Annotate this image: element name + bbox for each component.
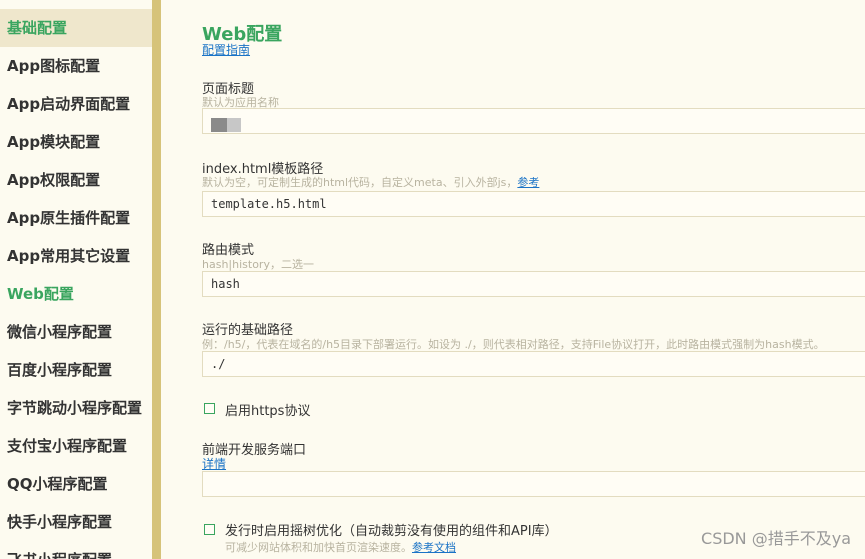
sidebar-item-basic[interactable]: 基础配置 [0, 9, 152, 47]
base-path-hint: 例：/h5/，代表在域名的/h5目录下部署运行。如设为 ./，则代表相对路径，支… [202, 338, 825, 351]
sidebar-divider [152, 0, 161, 559]
csdn-watermark: CSDN @措手不及ya [701, 529, 851, 548]
template-path-hint-text: 默认为空，可定制生成的html代码，自定义meta、引入外部js， [202, 176, 518, 189]
sidebar-item-web[interactable]: Web配置 [0, 275, 152, 313]
router-mode-input[interactable]: hash [202, 271, 865, 297]
sidebar-item-baidu-mp[interactable]: 百度小程序配置 [0, 351, 152, 389]
sidebar-item-qq-mp[interactable]: QQ小程序配置 [0, 465, 152, 503]
sidebar-item-app-splash[interactable]: App启动界面配置 [0, 85, 152, 123]
template-path-hint: 默认为空，可定制生成的html代码，自定义meta、引入外部js，参考 [202, 174, 539, 190]
template-path-input[interactable]: template.h5.html [202, 191, 865, 217]
dev-port-input[interactable] [202, 471, 865, 497]
sidebar: 基础配置 App图标配置 App启动界面配置 App模块配置 App权限配置 A… [0, 0, 152, 559]
router-mode-hint: hash|history，二选一 [202, 258, 314, 271]
web-config-panel: Web配置 配置指南 页面标题 默认为应用名称 index.html模板路径 默… [161, 0, 865, 559]
sidebar-item-kuaishou-mp[interactable]: 快手小程序配置 [0, 503, 152, 541]
sidebar-item-app-icon[interactable]: App图标配置 [0, 47, 152, 85]
tree-shaking-hint-text: 可减少网站体积和加快首页渲染速度。 [225, 541, 412, 554]
sidebar-item-alipay-mp[interactable]: 支付宝小程序配置 [0, 427, 152, 465]
https-checkbox[interactable] [204, 403, 215, 414]
tree-shaking-checkbox[interactable] [204, 524, 215, 535]
sidebar-item-feishu-mp[interactable]: 飞书小程序配置 [0, 541, 152, 559]
sidebar-item-app-permissions[interactable]: App权限配置 [0, 161, 152, 199]
sidebar-item-toutiao-mp[interactable]: 字节跳动小程序配置 [0, 389, 152, 427]
template-path-reference-link[interactable]: 参考 [517, 176, 539, 189]
sidebar-item-app-modules[interactable]: App模块配置 [0, 123, 152, 161]
page-title-input[interactable] [202, 108, 865, 134]
sidebar-item-weixin-mp[interactable]: 微信小程序配置 [0, 313, 152, 351]
redacted-value [211, 118, 241, 132]
tree-shaking-hint: 可减少网站体积和加快首页渲染速度。参考文档 [225, 539, 456, 555]
https-checkbox-label: 启用https协议 [225, 404, 311, 419]
sidebar-item-app-other-settings[interactable]: App常用其它设置 [0, 237, 152, 275]
tree-shaking-label: 发行时启用摇树优化（自动裁剪没有使用的组件和API库） [225, 524, 558, 539]
config-guide-link[interactable]: 配置指南 [202, 41, 250, 58]
dev-port-details-link[interactable]: 详情 [202, 455, 226, 472]
sidebar-item-app-native-plugins[interactable]: App原生插件配置 [0, 199, 152, 237]
tree-shaking-docs-link[interactable]: 参考文档 [412, 541, 456, 554]
base-path-input[interactable]: ./ [202, 351, 865, 377]
